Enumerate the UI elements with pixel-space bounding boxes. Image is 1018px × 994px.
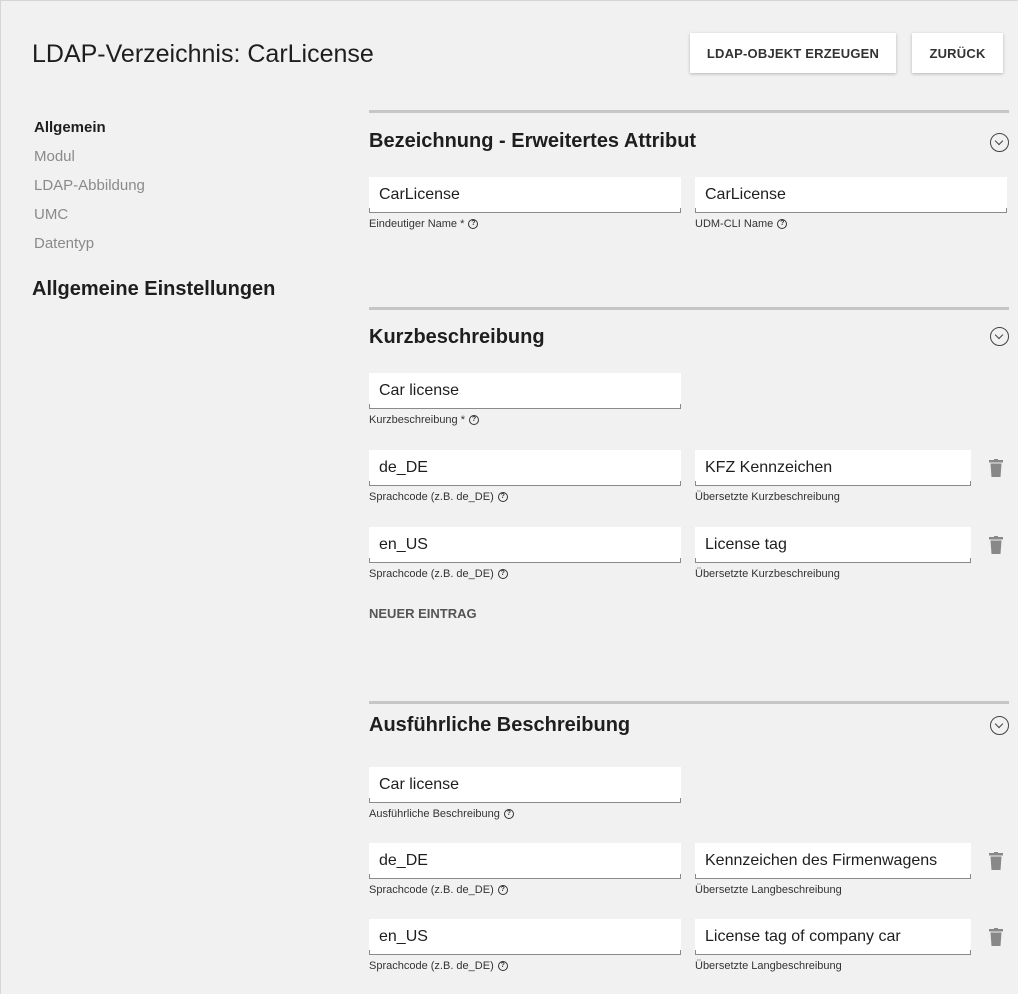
sidebar-item-allgemein[interactable]: Allgemein xyxy=(34,119,334,148)
field-label: Übersetzte Kurzbeschreibung xyxy=(695,491,840,503)
help-circle-icon[interactable]: ? xyxy=(468,219,479,229)
translated-long-description-input[interactable]: Kennzeichen des Firmenwagens xyxy=(695,843,971,879)
help-circle-icon[interactable]: ? xyxy=(497,961,508,971)
chevron-circle-down-icon[interactable] xyxy=(990,716,1009,735)
translated-long-description-input[interactable]: License tag of company car xyxy=(695,919,971,955)
translated-short-description-field: License tag Übersetzte Kurzbeschreibung xyxy=(695,527,1007,580)
language-code-field: de_DE Sprachcode (z.B. de_DE) ? xyxy=(369,843,681,896)
language-code-field: en_US Sprachcode (z.B. de_DE) ? xyxy=(369,527,681,580)
section-kurzbeschreibung: Kurzbeschreibung xyxy=(369,307,1009,367)
back-button[interactable]: ZURÜCK xyxy=(912,33,1003,73)
help-circle-icon[interactable]: ? xyxy=(469,415,480,425)
field-label: Sprachcode (z.B. de_DE) ? xyxy=(369,491,681,503)
sidebar-section-heading: Allgemeine Einstellungen xyxy=(32,278,276,300)
field-label: Kurzbeschreibung * ? xyxy=(369,414,681,426)
translated-long-description-field: License tag of company car Übersetzte La… xyxy=(695,919,1007,972)
sidebar-nav: Allgemein Modul LDAP-Abbildung UMC Daten… xyxy=(34,119,334,264)
short-description-field: Car license Kurzbeschreibung * ? xyxy=(369,373,681,426)
language-code-input[interactable]: en_US xyxy=(369,527,681,563)
sidebar-item-umc[interactable]: UMC xyxy=(34,206,334,235)
field-label: Übersetzte Langbeschreibung xyxy=(695,960,842,972)
chevron-circle-down-icon[interactable] xyxy=(990,133,1009,152)
language-code-input[interactable]: de_DE xyxy=(369,843,681,879)
sidebar-item-ldap-abbildung[interactable]: LDAP-Abbildung xyxy=(34,177,334,206)
header: LDAP-Verzeichnis: CarLicense LDAP-OBJEKT… xyxy=(0,0,1018,90)
trash-icon[interactable] xyxy=(989,852,1003,870)
field-label: Ausführliche Beschreibung ? xyxy=(369,808,681,820)
trash-icon[interactable] xyxy=(989,536,1003,554)
unique-name-input[interactable]: CarLicense xyxy=(369,177,681,213)
create-ldap-object-button[interactable]: LDAP-OBJEKT ERZEUGEN xyxy=(690,33,896,73)
help-circle-icon[interactable]: ? xyxy=(503,809,514,819)
translated-long-description-field: Kennzeichen des Firmenwagens Übersetzte … xyxy=(695,843,1007,896)
trash-icon[interactable] xyxy=(989,928,1003,946)
add-entry-button[interactable]: NEUER EINTRAG xyxy=(369,606,477,621)
page-title: LDAP-Verzeichnis: CarLicense xyxy=(32,40,374,68)
field-label: Sprachcode (z.B. de_DE) ? xyxy=(369,568,681,580)
long-description-field: Car license Ausführliche Beschreibung ? xyxy=(369,767,681,820)
help-circle-icon[interactable]: ? xyxy=(497,569,508,579)
udm-cli-name-input[interactable]: CarLicense xyxy=(695,177,1007,213)
help-circle-icon[interactable]: ? xyxy=(497,492,508,502)
field-label: Übersetzte Langbeschreibung xyxy=(695,884,842,896)
field-label: Übersetzte Kurzbeschreibung xyxy=(695,568,840,580)
translated-short-description-field: KFZ Kennzeichen Übersetzte Kurzbeschreib… xyxy=(695,450,1007,503)
help-circle-icon[interactable]: ? xyxy=(497,885,508,895)
language-code-input[interactable]: en_US xyxy=(369,919,681,955)
field-label: Sprachcode (z.B. de_DE) ? xyxy=(369,960,681,972)
udm-cli-name-field: CarLicense UDM-CLI Name ? xyxy=(695,177,1007,230)
sidebar-item-datentyp[interactable]: Datentyp xyxy=(34,235,334,264)
section-title: Ausführliche Beschreibung xyxy=(369,714,631,736)
long-description-input[interactable]: Car license xyxy=(369,767,681,803)
translated-short-description-input[interactable]: License tag xyxy=(695,527,971,563)
translated-short-description-input[interactable]: KFZ Kennzeichen xyxy=(695,450,971,486)
field-label: UDM-CLI Name ? xyxy=(695,218,1007,230)
language-code-input[interactable]: de_DE xyxy=(369,450,681,486)
help-circle-icon[interactable]: ? xyxy=(777,219,788,229)
section-ausfuehrliche-beschreibung: Ausführliche Beschreibung xyxy=(369,701,1009,761)
short-description-input[interactable]: Car license xyxy=(369,373,681,409)
trash-icon[interactable] xyxy=(989,459,1003,477)
field-label: Eindeutiger Name * ? xyxy=(369,218,681,230)
language-code-field: en_US Sprachcode (z.B. de_DE) ? xyxy=(369,919,681,972)
chevron-circle-down-icon[interactable] xyxy=(990,327,1009,346)
field-label: Sprachcode (z.B. de_DE) ? xyxy=(369,884,681,896)
sidebar-item-modul[interactable]: Modul xyxy=(34,148,334,177)
section-title: Bezeichnung - Erweitertes Attribut xyxy=(369,130,697,152)
section-title: Kurzbeschreibung xyxy=(369,326,545,348)
language-code-field: de_DE Sprachcode (z.B. de_DE) ? xyxy=(369,450,681,503)
unique-name-field: CarLicense Eindeutiger Name * ? xyxy=(369,177,681,230)
